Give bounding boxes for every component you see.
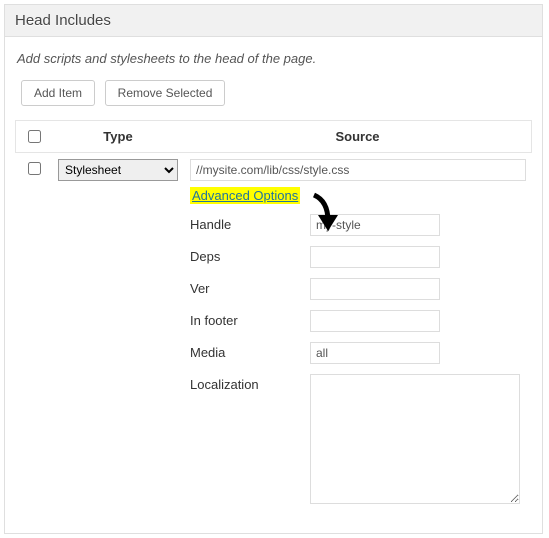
handle-input[interactable] xyxy=(310,214,440,236)
head-includes-panel: Head Includes Add scripts and stylesheet… xyxy=(4,4,543,534)
button-row: Add Item Remove Selected xyxy=(21,80,532,106)
table-row: Stylesheet Advanced Options xyxy=(16,153,532,524)
media-label: Media xyxy=(190,342,310,360)
remove-selected-button[interactable]: Remove Selected xyxy=(105,80,226,106)
ver-label: Ver xyxy=(190,278,310,296)
advanced-options-link[interactable]: Advanced Options xyxy=(190,187,300,204)
media-input[interactable] xyxy=(310,342,440,364)
type-select[interactable]: Stylesheet xyxy=(58,159,178,181)
advanced-fields: Handle Deps Ver xyxy=(190,214,526,507)
row-checkbox[interactable] xyxy=(28,162,41,175)
panel-title: Head Includes xyxy=(5,5,542,37)
items-table: Type Source Stylesheet Advanced Op xyxy=(15,120,532,523)
deps-input[interactable] xyxy=(310,246,440,268)
add-item-button[interactable]: Add Item xyxy=(21,80,95,106)
column-header-type: Type xyxy=(52,121,184,153)
footer-input[interactable] xyxy=(310,310,440,332)
footer-label: In footer xyxy=(190,310,310,328)
column-header-source: Source xyxy=(184,121,532,153)
handle-label: Handle xyxy=(190,214,310,232)
select-all-checkbox[interactable] xyxy=(28,130,41,143)
source-input[interactable] xyxy=(190,159,526,181)
deps-label: Deps xyxy=(190,246,310,264)
ver-input[interactable] xyxy=(310,278,440,300)
panel-description: Add scripts and stylesheets to the head … xyxy=(17,51,532,66)
localization-textarea[interactable] xyxy=(310,374,520,504)
localization-label: Localization xyxy=(190,374,310,392)
